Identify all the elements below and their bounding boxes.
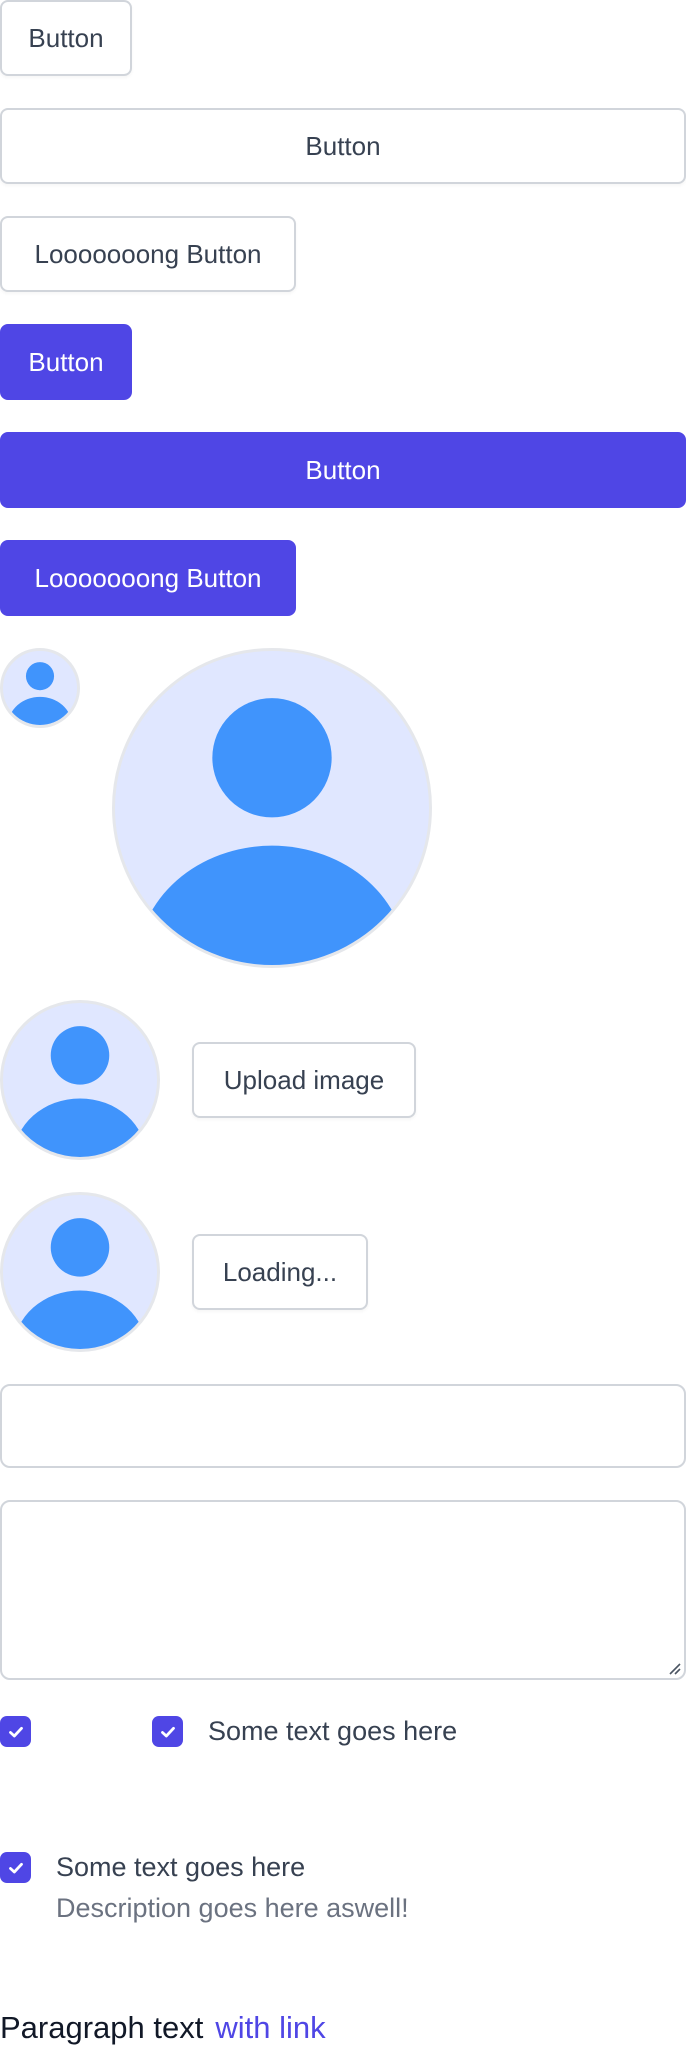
primary-button-small[interactable]: Button [0,324,132,400]
text-input[interactable] [0,1384,686,1468]
paragraph-link[interactable]: with link [215,2010,325,2045]
checkbox-standalone[interactable] [0,1716,31,1747]
user-avatar-icon [13,1026,147,1157]
user-avatar-icon [13,1218,147,1349]
upload-image-button[interactable]: Upload image [192,1042,416,1118]
check-icon [8,1862,23,1873]
checkbox-with-description[interactable] [0,1852,31,1883]
primary-button-long[interactable]: Looooooong Button [0,540,296,616]
checkbox-inline-label: Some text goes here [208,1716,458,1746]
user-avatar-icon-large [112,648,432,968]
checkbox-stacked-label: Some text goes here [56,1852,306,1882]
user-avatar-icon [8,662,72,725]
user-avatar-icon-small [0,648,80,728]
check-icon [160,1726,175,1737]
resize-handle-icon[interactable] [667,1661,681,1675]
user-avatar-icon-loading [0,1192,160,1352]
check-icon [8,1726,23,1737]
paragraph: Paragraph text with link [0,2009,326,2047]
secondary-button-full-width[interactable]: Button [0,108,686,184]
user-avatar-icon-upload [0,1000,160,1160]
secondary-button-long[interactable]: Looooooong Button [0,216,296,292]
primary-button-full-width[interactable]: Button [0,432,686,508]
loading-button[interactable]: Loading... [192,1234,368,1310]
checkbox-inline[interactable] [152,1716,183,1747]
checkbox-description: Description goes here aswell! [56,1893,409,1923]
textarea[interactable] [0,1500,686,1680]
secondary-button-small[interactable]: Button [0,0,132,76]
user-avatar-icon [137,698,407,965]
paragraph-text: Paragraph text [0,2010,204,2045]
